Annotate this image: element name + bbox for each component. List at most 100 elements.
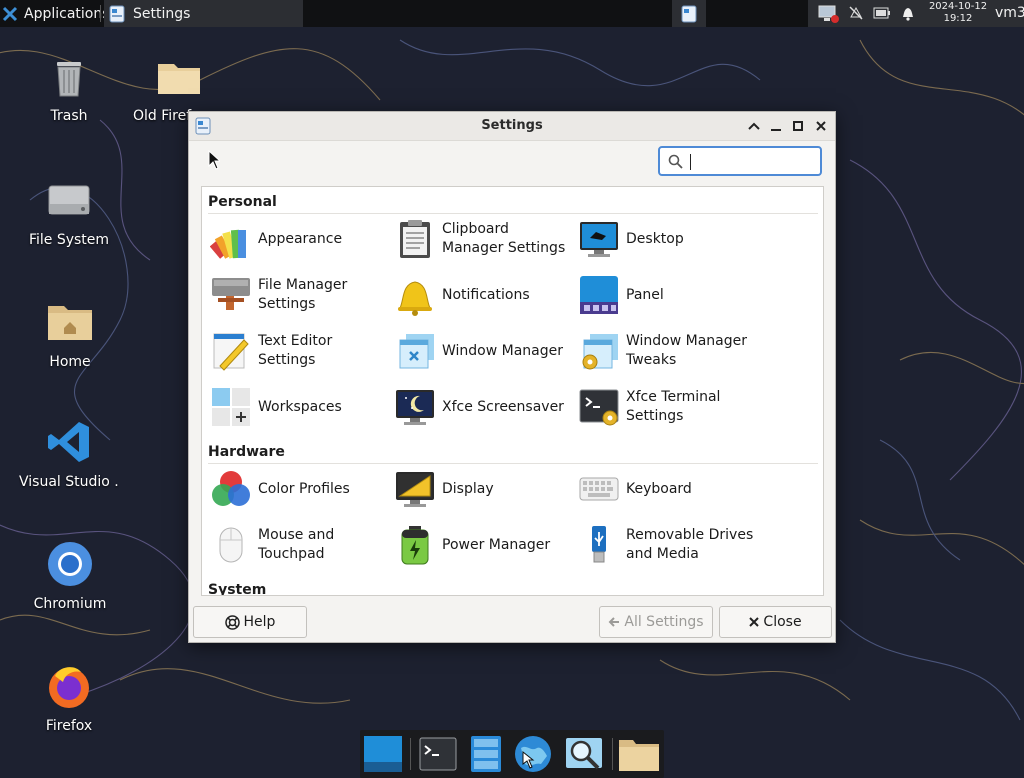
- desktop-icon-home[interactable]: Home: [20, 298, 120, 370]
- drive-icon: [48, 185, 90, 215]
- help-button[interactable]: Help: [193, 606, 307, 638]
- dock-workspace-switcher[interactable]: [362, 734, 404, 774]
- desktop-icon-chromium[interactable]: Chromium: [20, 540, 120, 612]
- desktop-icon-file-system[interactable]: File System: [19, 176, 119, 248]
- close-icon: [816, 121, 826, 131]
- dock-app-finder[interactable]: [563, 734, 605, 774]
- settings-item-notifications[interactable]: Notifications: [394, 271, 574, 319]
- keyboard-icon: [579, 477, 619, 501]
- arrow-left-icon: [608, 617, 620, 627]
- notifications-muted-icon[interactable]: [848, 5, 864, 21]
- clipboard-icon: [400, 220, 430, 258]
- desktop-icon-label: Trash: [50, 108, 88, 124]
- settings-item-terminal-settings[interactable]: Xfce Terminal Settings: [578, 383, 758, 431]
- minimize-icon: [771, 129, 781, 131]
- section-divider: [208, 213, 818, 214]
- help-button-label: Help: [243, 614, 276, 630]
- desktop-icon-trash[interactable]: Trash: [19, 52, 119, 124]
- close-icon: [749, 617, 760, 627]
- web-browser-icon: [515, 736, 551, 772]
- desktop-icon: [580, 222, 618, 257]
- applications-menu-button[interactable]: Applications: [0, 0, 110, 27]
- desktop-icon-firefox[interactable]: Firefox: [19, 662, 119, 734]
- close-window-button[interactable]: [811, 116, 831, 136]
- applications-menu-label: Applications: [24, 5, 110, 22]
- dock-terminal[interactable]: [417, 734, 459, 774]
- settings-item-label: Appearance: [258, 230, 343, 247]
- settings-item-label: File Manager Settings: [258, 277, 348, 312]
- settings-dialog: Settings Personal Appearance Clipboard M…: [188, 111, 836, 643]
- top-panel: Applications Settings 2024-10-12 19:12 v…: [0, 0, 1024, 27]
- maximize-icon: [793, 121, 803, 131]
- taskbar-button-settings[interactable]: Settings: [104, 0, 303, 27]
- display-icon: [396, 472, 434, 507]
- bell-icon[interactable]: [901, 5, 915, 21]
- shade-button[interactable]: [744, 116, 764, 136]
- maximize-button[interactable]: [788, 116, 808, 136]
- appearance-icon: [210, 229, 246, 259]
- terminal-settings-icon: [579, 389, 619, 426]
- desktop-icon-label: Home: [49, 354, 91, 370]
- settings-item-window-manager-tweaks[interactable]: Window Manager Tweaks: [578, 327, 758, 375]
- settings-item-appearance[interactable]: Appearance: [210, 215, 390, 263]
- network-disconnected-icon[interactable]: [818, 5, 840, 23]
- system-tray: [808, 0, 1024, 27]
- all-settings-button[interactable]: All Settings: [599, 606, 713, 638]
- settings-item-label: Removable Drives and Media: [626, 527, 754, 562]
- dock-web-browser[interactable]: [512, 734, 554, 774]
- file-manager-window-icon: [471, 736, 501, 772]
- settings-item-keyboard[interactable]: Keyboard: [578, 465, 758, 513]
- settings-item-mouse-touchpad[interactable]: Mouse and Touchpad: [210, 521, 390, 569]
- user-menu[interactable]: vm3: [995, 0, 1024, 27]
- settings-item-clipboard-manager[interactable]: Clipboard Manager Settings: [394, 215, 574, 263]
- usb-icon: [592, 526, 606, 563]
- settings-item-display[interactable]: Display: [394, 465, 574, 513]
- home-folder-icon: [48, 306, 92, 340]
- text-editor-icon: [213, 333, 249, 371]
- screensaver-icon: [396, 390, 434, 425]
- settings-item-panel[interactable]: Panel: [578, 271, 758, 319]
- taskbar-button-label: Settings: [133, 5, 191, 22]
- trash-icon: [57, 62, 81, 97]
- settings-item-label: Xfce Screensaver: [442, 398, 564, 415]
- settings-item-screensaver[interactable]: Xfce Screensaver: [394, 383, 574, 431]
- settings-item-desktop[interactable]: Desktop: [578, 215, 758, 263]
- dock-separator: [612, 738, 613, 770]
- battery-icon[interactable]: [873, 7, 891, 19]
- color-profiles-icon: [212, 471, 250, 506]
- dialog-title: Settings: [481, 118, 543, 133]
- section-system-title: System: [208, 582, 267, 596]
- clock[interactable]: 2024-10-12 19:12: [925, 1, 991, 25]
- desktop-icon-label: File System: [28, 232, 110, 248]
- battery-icon: [401, 526, 429, 565]
- mouse-icon: [219, 527, 243, 563]
- minimize-button[interactable]: [766, 116, 786, 136]
- settings-item-label: Text Editor Settings: [258, 333, 333, 368]
- panel-separator: [100, 5, 101, 22]
- settings-item-workspaces[interactable]: Workspaces: [210, 383, 390, 431]
- dock-file-manager[interactable]: [465, 734, 507, 774]
- settings-item-label: Workspaces: [258, 398, 342, 415]
- settings-item-label: Notifications: [442, 286, 530, 303]
- dialog-titlebar[interactable]: Settings: [189, 112, 835, 141]
- section-personal-title: Personal: [208, 194, 277, 210]
- chevron-up-icon: [748, 122, 760, 130]
- help-icon: [224, 614, 240, 630]
- settings-item-color-profiles[interactable]: Color Profiles: [210, 465, 390, 513]
- desktop-icon-visual-studio-code[interactable]: Visual Studio ...: [19, 418, 119, 490]
- bottom-dock: [360, 730, 664, 778]
- terminal-icon: [419, 737, 457, 771]
- panel-icon: [580, 276, 618, 314]
- settings-item-removable-drives[interactable]: Removable Drives and Media: [578, 521, 758, 569]
- search-input[interactable]: [658, 146, 822, 176]
- settings-item-file-manager[interactable]: File Manager Settings: [210, 271, 390, 319]
- close-button[interactable]: Close: [719, 606, 832, 638]
- dock-folder[interactable]: [618, 734, 660, 774]
- tray-settings-icon[interactable]: [672, 0, 706, 27]
- settings-item-window-manager[interactable]: Window Manager: [394, 327, 574, 375]
- settings-item-text-editor[interactable]: Text Editor Settings: [210, 327, 390, 375]
- settings-item-power-manager[interactable]: Power Manager: [394, 521, 574, 569]
- close-button-label: Close: [763, 614, 802, 630]
- settings-item-label: Display: [442, 480, 494, 497]
- settings-item-label: Window Manager: [442, 342, 564, 359]
